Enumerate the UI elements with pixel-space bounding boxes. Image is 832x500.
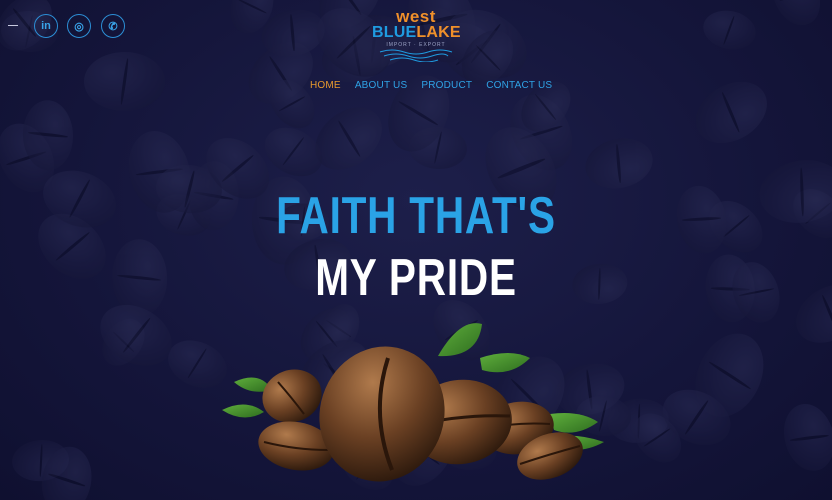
nav-contact-us[interactable]: CONTACT US <box>486 80 552 91</box>
site-logo[interactable]: west BLUELAKE IMPORT · EXPORT <box>372 7 461 68</box>
nav-home[interactable]: HOME <box>310 80 341 91</box>
coffee-beans-image <box>222 323 604 482</box>
logo-word-west: west <box>396 7 436 26</box>
whatsapp-icon[interactable]: ✆ <box>101 14 125 38</box>
main-nav: HOME ABOUT US PRODUCT CONTACT US <box>310 80 552 91</box>
background-bean <box>763 0 829 33</box>
background-bean <box>684 69 779 156</box>
background-bean <box>785 272 832 355</box>
nav-about-us[interactable]: ABOUT US <box>355 80 408 91</box>
hero-title-line2: MY PRIDE <box>315 249 517 307</box>
background-bean <box>776 398 832 477</box>
linkedin-icon[interactable]: in <box>34 14 58 38</box>
instagram-icon[interactable]: ◎ <box>67 14 91 38</box>
background-bean <box>21 99 75 171</box>
nav-product[interactable]: PRODUCT <box>421 80 472 91</box>
hero-title-line1: FAITH THAT'S <box>276 187 556 245</box>
logo-word-bluelake: BLUELAKE <box>372 24 461 41</box>
logo-waves-icon <box>379 49 453 63</box>
background-bean <box>699 6 760 55</box>
background-bean <box>83 52 166 112</box>
menu-toggle-icon[interactable] <box>8 25 18 26</box>
